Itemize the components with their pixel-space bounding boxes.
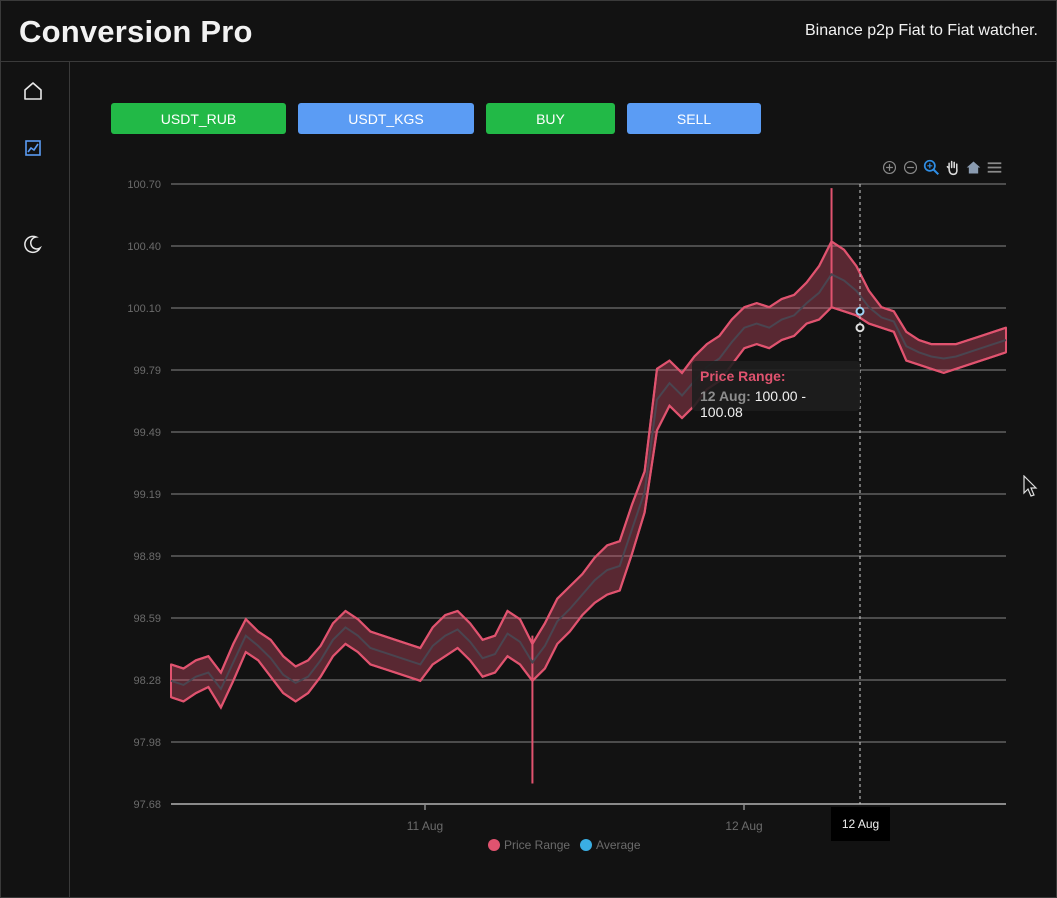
crosshair-x-label: 12 Aug bbox=[831, 807, 890, 841]
average-line bbox=[170, 273, 1007, 691]
legend-price-range[interactable]: Price Range bbox=[488, 838, 570, 852]
y-tick-label: 99.79 bbox=[133, 365, 161, 377]
chart-legend: Price Range Average bbox=[488, 838, 641, 852]
chart-tooltip: Price Range: 12 Aug: 100.00 - 100.08 bbox=[692, 361, 860, 420]
chart-icon[interactable] bbox=[21, 136, 45, 160]
legend-average-marker bbox=[580, 839, 593, 851]
main-panel: USDT_RUB USDT_KGS BUY SELL 100.70 100.40… bbox=[71, 63, 1056, 897]
legend-average-label: Average bbox=[596, 838, 641, 852]
price-range-area bbox=[170, 240, 1007, 709]
app-subtitle: Binance p2p Fiat to Fiat watcher. bbox=[804, 22, 1038, 39]
price-range-low-line bbox=[170, 305, 1007, 710]
y-tick-label: 99.49 bbox=[133, 427, 161, 439]
x-tick-label: 12 Aug bbox=[725, 819, 762, 833]
legend-price-range-marker bbox=[488, 839, 500, 851]
y-tick-label: 100.40 bbox=[127, 241, 161, 253]
app-title: Conversion Pro bbox=[19, 14, 253, 49]
price-chart[interactable]: 100.70 100.40 100.10 99.79 99.49 99.19 98.89 98… bbox=[71, 63, 1056, 897]
y-tick-label: 97.68 bbox=[133, 799, 161, 811]
legend-price-range-label: Price Range bbox=[504, 838, 571, 852]
y-tick-label: 100.10 bbox=[127, 303, 161, 315]
home-icon[interactable] bbox=[21, 79, 45, 103]
header: Conversion Pro Binance p2p Fiat to Fiat … bbox=[1, 1, 1056, 62]
mouse-pointer-icon bbox=[1023, 475, 1038, 497]
y-tick-label: 99.19 bbox=[133, 489, 161, 501]
legend-average[interactable]: Average bbox=[580, 838, 641, 852]
y-tick-label: 98.28 bbox=[133, 675, 161, 687]
app-window: Conversion Pro Binance p2p Fiat to Fiat … bbox=[0, 0, 1057, 898]
moon-icon[interactable] bbox=[21, 232, 45, 256]
crosshair-marker-low bbox=[855, 323, 865, 333]
y-tick-label: 97.98 bbox=[133, 737, 161, 749]
x-tick-label: 11 Aug bbox=[407, 819, 443, 833]
y-tick-label: 100.70 bbox=[127, 179, 161, 191]
y-tick-label: 98.89 bbox=[133, 551, 161, 563]
tooltip-date: 12 Aug: bbox=[700, 388, 751, 404]
y-tick-label: 98.59 bbox=[133, 613, 161, 625]
tooltip-title: Price Range: bbox=[700, 368, 786, 384]
sidebar bbox=[1, 62, 70, 897]
crosshair-marker-high bbox=[855, 306, 865, 316]
